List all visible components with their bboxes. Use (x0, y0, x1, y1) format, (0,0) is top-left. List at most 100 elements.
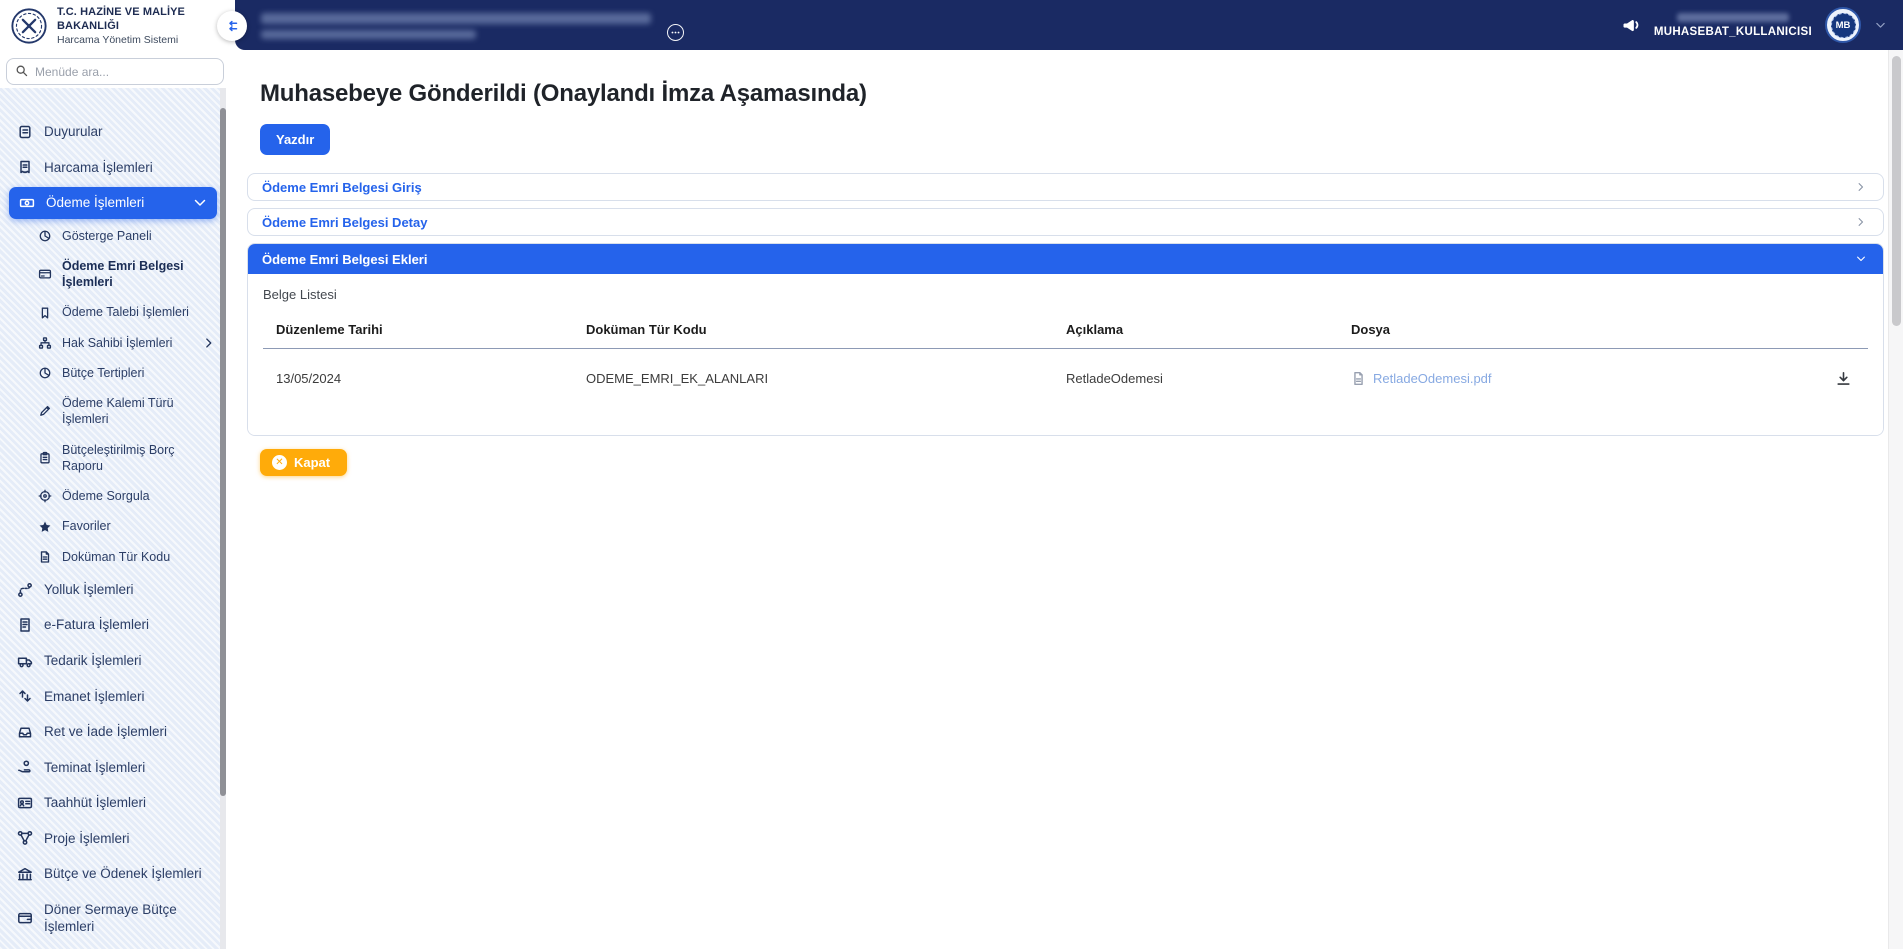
sidebar-item-label: Ret ve İade İşlemleri (44, 724, 168, 740)
search-icon (15, 64, 29, 78)
collapse-sidebar-icon (224, 18, 240, 34)
sidebar-item-mahkeme-harc-ve-giderleri-islemleri[interactable]: Mahkeme Harç ve Giderleri İşlemleri (0, 945, 226, 949)
column-header-file: Dosya (1338, 316, 1758, 349)
pie-chart-icon (38, 366, 52, 380)
user-menu-chevron-down-icon[interactable] (1874, 19, 1887, 32)
page-scrollbar-thumb[interactable] (1892, 56, 1901, 326)
accordion-label: Ödeme Emri Belgesi Ekleri (262, 251, 428, 267)
sidebar-item-ret-ve-iade-islemleri[interactable]: Ret ve İade İşlemleri (0, 714, 226, 750)
accordion-odeme-emri-belgesi-detay[interactable]: Ödeme Emri Belgesi Detay (247, 208, 1884, 236)
sidebar-item-label: Ödeme Kalemi Türü İşlemleri (62, 396, 174, 427)
sidebar-item-butce-ve-odenek-islemleri[interactable]: Bütçe ve Ödenek İşlemleri (0, 856, 226, 892)
file-link[interactable]: RetladeOdemesi.pdf (1373, 371, 1492, 386)
sidebar-item-odeme-kalemi-turu-islemleri[interactable]: Ödeme Kalemi Türü İşlemleri (38, 388, 226, 435)
table-header-row: Düzenleme Tarihi Doküman Tür Kodu Açıkla… (263, 316, 1868, 349)
table-row: 13/05/2024 ODEME_EMRI_EK_ALANLARI Retlad… (263, 349, 1868, 394)
redacted-user-name (1676, 12, 1789, 22)
megaphone-icon[interactable] (1621, 15, 1641, 35)
app-brand: T.C. HAZİNE VE MALİYE BAKANLIĞI Harcama … (0, 0, 235, 52)
sidebar-item-label: Bütçeleştirilmiş Borç Raporu (62, 442, 175, 473)
sidebar-item-favoriler[interactable]: Favoriler (38, 511, 226, 541)
clipboard-icon (38, 451, 52, 465)
id-card-icon (17, 795, 33, 811)
sidebar-item-odeme-sorgula[interactable]: Ödeme Sorgula (38, 481, 226, 511)
bookmark-icon (38, 306, 52, 320)
top-bar: MUHASEBAT_KULLANICISI MB (235, 0, 1903, 50)
hand-coin-icon (17, 759, 33, 775)
user-area: MUHASEBAT_KULLANICISI MB (1621, 0, 1887, 50)
sidebar-item-duyurular[interactable]: Duyurular (0, 114, 226, 150)
accordion-label: Ödeme Emri Belgesi Detay (262, 214, 428, 230)
wallet-icon (17, 910, 33, 926)
accordion-group: Ödeme Emri Belgesi Giriş Ödeme Emri Belg… (247, 173, 1884, 436)
bank-icon (17, 866, 33, 882)
sidebar-item-teminat-islemleri[interactable]: Teminat İşlemleri (0, 750, 226, 786)
org-subtitle: Harcama Yönetim Sistemi (57, 34, 179, 47)
avatar[interactable]: MB (1825, 7, 1861, 43)
pie-chart-icon (38, 229, 52, 243)
pencil-icon (38, 404, 52, 418)
sidebar-item-harcama-islemleri[interactable]: Harcama İşlemleri (0, 150, 226, 186)
chevron-right-icon (1855, 216, 1867, 228)
inbox-icon (17, 724, 33, 740)
sidebar-item-butcelestirilmis-borc-raporu[interactable]: Bütçeleştirilmiş Borç Raporu (38, 435, 226, 482)
close-x-icon: ✕ (272, 455, 287, 470)
cell-description: RetladeOdemesi (1066, 371, 1163, 386)
cell-actions (1758, 349, 1868, 394)
redacted-office-title-line1 (261, 13, 651, 24)
sidebar-item-gosterge-paneli[interactable]: Gösterge Paneli (38, 221, 226, 251)
sidebar-item-label: Hak Sahibi İşlemleri (62, 335, 173, 350)
sidebar-scrollbar-thumb[interactable] (220, 108, 226, 796)
sidebar-collapse-button[interactable] (217, 11, 247, 41)
more-options-button[interactable] (667, 24, 684, 41)
sidebar-item-yolluk-islemleri[interactable]: Yolluk İşlemleri (0, 572, 226, 608)
attachments-panel: Ödeme Emri Belgesi Ekleri Belge Listesi … (247, 243, 1884, 436)
sidebar-menu: Duyurular Harcama İşlemleri Ödeme İşleml… (0, 88, 226, 949)
menu-search (6, 58, 227, 85)
sidebar-item-hak-sahibi-islemleri[interactable]: Hak Sahibi İşlemleri (38, 328, 226, 358)
sidebar-item-tedarik-islemleri[interactable]: Tedarik İşlemleri (0, 643, 226, 679)
org-title: T.C. HAZİNE VE MALİYE BAKANLIĞI (57, 5, 185, 32)
cell-date: 13/05/2024 (276, 371, 342, 386)
page-title: Muhasebeye Gönderildi (Onaylandı İmza Aş… (260, 80, 867, 107)
sidebar-item-taahhut-islemleri[interactable]: Taahhüt İşlemleri (0, 785, 226, 821)
ellipsis-icon (670, 27, 681, 38)
print-button[interactable]: Yazdır (260, 124, 331, 155)
chevron-down-icon (192, 195, 208, 211)
sidebar-item-label: Bütçe Tertipleri (62, 365, 145, 380)
target-icon (38, 489, 52, 503)
sidebar-item-odeme-emri-belgesi-islemleri[interactable]: Ödeme Emri Belgesi İşlemleri (38, 251, 226, 298)
sidebar-scrollbar-track (220, 88, 226, 949)
main-content: Muhasebeye Gönderildi (Onaylandı İmza Aş… (235, 50, 1903, 949)
sitemap-icon (38, 336, 52, 350)
menu-search-input[interactable] (6, 58, 224, 85)
sidebar-item-doner-sermaye-butce-islemleri[interactable]: Döner Sermaye Bütçe İşlemleri (0, 892, 226, 945)
sidebar-item-e-fatura-islemleri[interactable]: e-Fatura İşlemleri (0, 607, 226, 643)
sidebar-item-butce-tertipleri[interactable]: Bütçe Tertipleri (38, 358, 226, 388)
chevron-right-icon (1855, 181, 1867, 193)
accordion-odeme-emri-belgesi-ekleri[interactable]: Ödeme Emri Belgesi Ekleri (248, 244, 1883, 274)
receipt-icon (17, 159, 33, 175)
cell-doc-type: ODEME_EMRI_EK_ALANLARI (586, 371, 769, 386)
route-icon (17, 582, 33, 598)
sidebar-item-dokuman-tur-kodu[interactable]: Doküman Tür Kodu (38, 542, 226, 572)
close-button[interactable]: ✕ Kapat (260, 449, 348, 476)
page-scrollbar-track (1888, 50, 1903, 949)
sidebar-item-label: Ödeme İşlemleri (46, 195, 145, 211)
sidebar: T.C. HAZİNE VE MALİYE BAKANLIĞI Harcama … (0, 0, 235, 949)
network-icon (17, 830, 33, 846)
sidebar-item-emanet-islemleri[interactable]: Emanet İşlemleri (0, 679, 226, 715)
sidebar-item-label: Bütçe ve Ödenek İşlemleri (44, 866, 202, 882)
invoice-icon (17, 617, 33, 633)
chevron-down-icon (1855, 253, 1867, 265)
sidebar-item-label: Harcama İşlemleri (44, 159, 153, 175)
sidebar-item-odeme-talebi-islemleri[interactable]: Ödeme Talebi İşlemleri (38, 297, 226, 327)
sidebar-item-odeme-islemleri[interactable]: Ödeme İşlemleri (9, 187, 217, 219)
redacted-office-title-line2 (261, 30, 476, 39)
sidebar-item-proje-islemleri[interactable]: Proje İşlemleri (0, 821, 226, 857)
sidebar-item-label: Gösterge Paneli (62, 228, 152, 243)
accordion-odeme-emri-belgesi-giris[interactable]: Ödeme Emri Belgesi Giriş (247, 173, 1884, 201)
column-header-doc-type: Doküman Tür Kodu (573, 316, 1053, 349)
download-button[interactable] (1835, 370, 1852, 387)
sidebar-item-label: Emanet İşlemleri (44, 688, 145, 704)
